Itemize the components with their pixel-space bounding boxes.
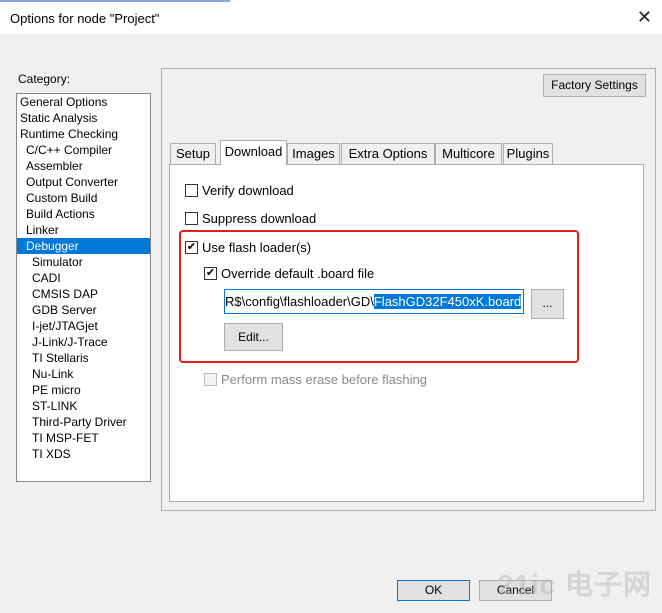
- mass-erase-checkbox: Perform mass erase before flashing: [204, 372, 427, 387]
- category-label: Category:: [18, 72, 71, 86]
- close-icon[interactable]: ✕: [637, 7, 652, 27]
- checkbox-box: [185, 212, 198, 225]
- title-bar: Options for node "Project" ✕: [0, 4, 662, 34]
- category-item[interactable]: I-jet/JTAGjet: [17, 318, 150, 334]
- ok-button[interactable]: OK: [397, 580, 470, 601]
- category-item[interactable]: CMSIS DAP: [17, 286, 150, 302]
- mass-erase-label: Perform mass erase before flashing: [221, 372, 427, 387]
- highlight-annotation: [179, 230, 579, 363]
- category-item[interactable]: TI MSP-FET: [17, 430, 150, 446]
- category-item[interactable]: Debugger: [17, 238, 150, 254]
- window-title: Options for node "Project": [10, 11, 160, 26]
- tab-setup[interactable]: Setup: [170, 143, 216, 164]
- category-item[interactable]: Static Analysis: [17, 110, 150, 126]
- category-item[interactable]: C/C++ Compiler: [17, 142, 150, 158]
- category-item[interactable]: Third-Party Driver: [17, 414, 150, 430]
- category-item[interactable]: J-Link/J-Trace: [17, 334, 150, 350]
- category-item[interactable]: Custom Build: [17, 190, 150, 206]
- category-item[interactable]: Output Converter: [17, 174, 150, 190]
- category-item[interactable]: Runtime Checking: [17, 126, 150, 142]
- category-item[interactable]: PE micro: [17, 382, 150, 398]
- category-item[interactable]: Linker: [17, 222, 150, 238]
- factory-settings-button[interactable]: Factory Settings: [543, 74, 646, 97]
- category-item[interactable]: Assembler: [17, 158, 150, 174]
- tab-multicore[interactable]: Multicore: [435, 143, 502, 164]
- category-item[interactable]: ST-LINK: [17, 398, 150, 414]
- verify-download-checkbox[interactable]: Verify download: [185, 183, 294, 198]
- category-item[interactable]: TI XDS: [17, 446, 150, 462]
- watermark: 21ic 电子网: [497, 569, 652, 600]
- category-item[interactable]: Simulator: [17, 254, 150, 270]
- checkbox-box: [204, 373, 217, 386]
- category-item[interactable]: CADI: [17, 270, 150, 286]
- tab-extra-options[interactable]: Extra Options: [341, 143, 435, 164]
- category-item[interactable]: Nu-Link: [17, 366, 150, 382]
- tab-images[interactable]: Images: [287, 143, 340, 164]
- category-item[interactable]: Build Actions: [17, 206, 150, 222]
- checkbox-box: [185, 184, 198, 197]
- category-item[interactable]: GDB Server: [17, 302, 150, 318]
- category-item[interactable]: TI Stellaris: [17, 350, 150, 366]
- suppress-download-checkbox[interactable]: Suppress download: [185, 211, 316, 226]
- suppress-download-label: Suppress download: [202, 211, 317, 226]
- tab-download[interactable]: Download: [220, 140, 287, 165]
- verify-download-label: Verify download: [202, 183, 294, 198]
- category-item[interactable]: General Options: [17, 94, 150, 110]
- category-list[interactable]: General Options Static Analysis Runtime Ch…: [16, 93, 151, 482]
- tab-plugins[interactable]: Plugins: [503, 143, 553, 164]
